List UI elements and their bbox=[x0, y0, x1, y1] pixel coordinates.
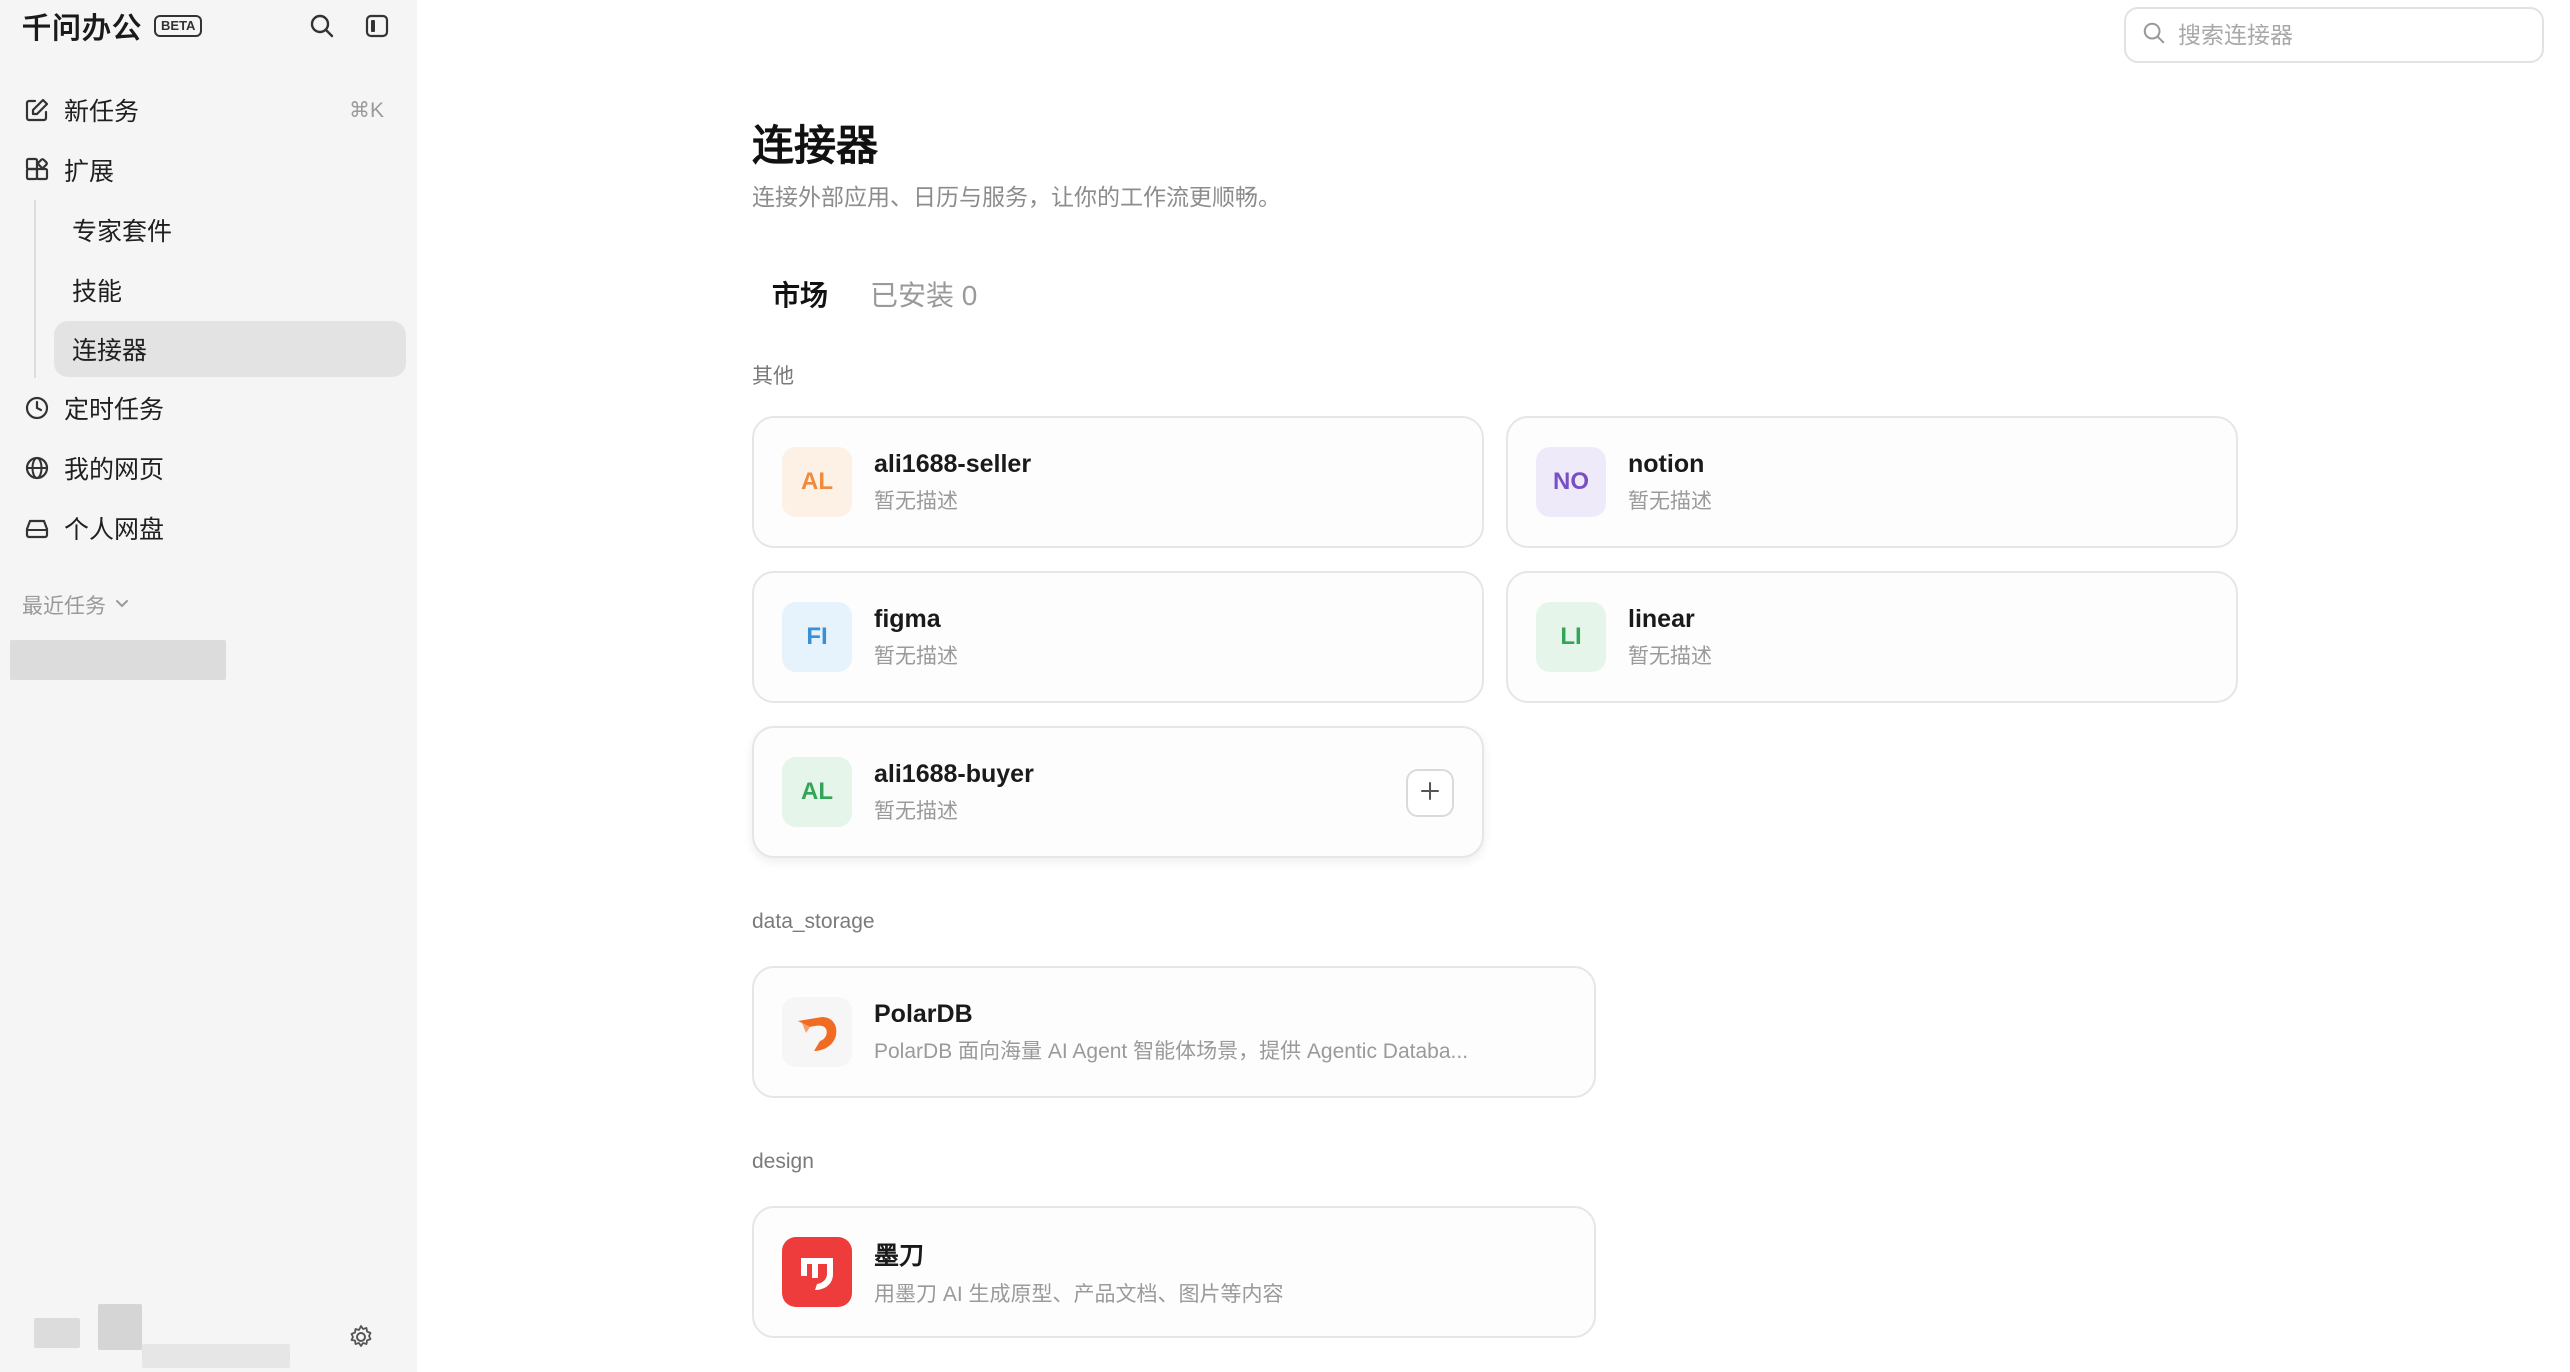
connector-description: 暂无描述 bbox=[874, 489, 958, 513]
recent-tasks-toggle[interactable]: 最近任务 bbox=[22, 590, 130, 620]
extensions-icon bbox=[22, 155, 52, 185]
search-icon[interactable] bbox=[305, 9, 339, 43]
connector-card-modao[interactable]: 墨刀 用墨刀 AI 生成原型、产品文档、图片等内容 bbox=[752, 1206, 1596, 1338]
avatar[interactable] bbox=[34, 1318, 80, 1348]
connector-avatar: LI bbox=[1536, 602, 1606, 672]
page-title: 连接器 bbox=[752, 122, 879, 169]
connector-name: 墨刀 bbox=[874, 1242, 925, 1270]
section-label-other: 其他 bbox=[752, 365, 794, 388]
connector-name: linear bbox=[1628, 604, 1695, 633]
sidebar-item-label: 我的网页 bbox=[64, 456, 165, 484]
connector-avatar: FI bbox=[782, 602, 852, 672]
beta-badge: BETA bbox=[154, 15, 203, 37]
edit-icon bbox=[22, 95, 52, 125]
connector-description: PolarDB 面向海量 AI Agent 智能体场景，提供 Agentic D… bbox=[874, 1039, 1469, 1063]
search-input[interactable] bbox=[2178, 21, 2518, 49]
sidebar-item-expert-suite[interactable]: 专家套件 bbox=[54, 202, 406, 258]
sidebar-item-new-task[interactable]: 新任务 ⌘K bbox=[10, 82, 406, 138]
sidebar-item-label: 扩展 bbox=[64, 158, 115, 186]
sidebar-item-scheduled-tasks[interactable]: 定时任务 bbox=[10, 380, 406, 436]
sidebar-item-my-pages[interactable]: 我的网页 bbox=[10, 440, 406, 496]
connector-card-linear[interactable]: LI linear 暂无描述 bbox=[1506, 571, 2238, 703]
sidebar-item-extensions[interactable]: 扩展 bbox=[10, 142, 406, 198]
tab-installed[interactable]: 已安装 0 bbox=[870, 274, 977, 314]
sidebar-item-label: 个人网盘 bbox=[64, 516, 165, 544]
drive-icon bbox=[22, 513, 52, 543]
connector-name: figma bbox=[874, 604, 941, 633]
recent-tasks-label: 最近任务 bbox=[22, 595, 106, 618]
recent-task-redacted[interactable] bbox=[10, 640, 226, 680]
connector-name: notion bbox=[1628, 449, 1705, 478]
sidebar-item-label: 新任务 bbox=[64, 98, 140, 126]
connector-description: 暂无描述 bbox=[874, 644, 958, 668]
connector-name: ali1688-buyer bbox=[874, 759, 1034, 788]
sidebar-toggle-icon[interactable] bbox=[360, 9, 394, 43]
connector-card-ali1688-seller[interactable]: AL ali1688-seller 暂无描述 bbox=[752, 416, 1484, 548]
tab-market[interactable]: 市场 bbox=[772, 274, 828, 314]
user-meta-redacted bbox=[142, 1344, 290, 1368]
sidebar-item-label: 定时任务 bbox=[64, 396, 165, 424]
connector-description: 暂无描述 bbox=[874, 799, 958, 823]
clock-icon bbox=[22, 393, 52, 423]
sidebar: 千问办公 BETA 新任务 ⌘K 扩展 专家套件 技能 连接器 定时任务 我的网… bbox=[0, 0, 417, 1372]
sidebar-item-connectors[interactable]: 连接器 bbox=[54, 321, 406, 377]
modao-logo-icon bbox=[782, 1237, 852, 1307]
connector-name: ali1688-seller bbox=[874, 449, 1032, 478]
connector-description: 暂无描述 bbox=[1628, 489, 1712, 513]
connector-avatar: AL bbox=[782, 757, 852, 827]
polardb-logo-icon bbox=[782, 997, 852, 1067]
connector-card-ali1688-buyer[interactable]: AL ali1688-buyer 暂无描述 bbox=[752, 726, 1484, 858]
connector-description: 用墨刀 AI 生成原型、产品文档、图片等内容 bbox=[874, 1283, 1284, 1306]
search-icon bbox=[2142, 21, 2166, 50]
connector-card-figma[interactable]: FI figma 暂无描述 bbox=[752, 571, 1484, 703]
sidebar-item-drive[interactable]: 个人网盘 bbox=[10, 500, 406, 556]
app-name: 千问办公 bbox=[22, 13, 143, 45]
connector-description: 暂无描述 bbox=[1628, 644, 1712, 668]
plus-icon bbox=[1419, 780, 1441, 807]
section-label-design: design bbox=[752, 1150, 814, 1173]
connector-name: PolarDB bbox=[874, 999, 973, 1028]
connector-card-notion[interactable]: NO notion 暂无描述 bbox=[1506, 416, 2238, 548]
submenu-guide-line bbox=[34, 200, 36, 378]
sidebar-item-skills[interactable]: 技能 bbox=[54, 262, 406, 318]
page-subtitle: 连接外部应用、日历与服务，让你的工作流更顺畅。 bbox=[752, 184, 1281, 210]
user-name-redacted bbox=[98, 1304, 142, 1350]
chevron-down-icon bbox=[114, 593, 130, 617]
gear-icon[interactable] bbox=[344, 1320, 378, 1354]
connector-avatar: NO bbox=[1536, 447, 1606, 517]
brand: 千问办公 BETA bbox=[22, 8, 203, 45]
section-label-data-storage: data_storage bbox=[752, 910, 875, 933]
shortcut-hint: ⌘K bbox=[348, 98, 384, 122]
connector-card-polardb[interactable]: PolarDB PolarDB 面向海量 AI Agent 智能体场景，提供 A… bbox=[752, 966, 1596, 1098]
search-connectors[interactable] bbox=[2124, 7, 2544, 63]
connector-avatar: AL bbox=[782, 447, 852, 517]
add-connector-button[interactable] bbox=[1406, 769, 1454, 817]
globe-icon bbox=[22, 453, 52, 483]
